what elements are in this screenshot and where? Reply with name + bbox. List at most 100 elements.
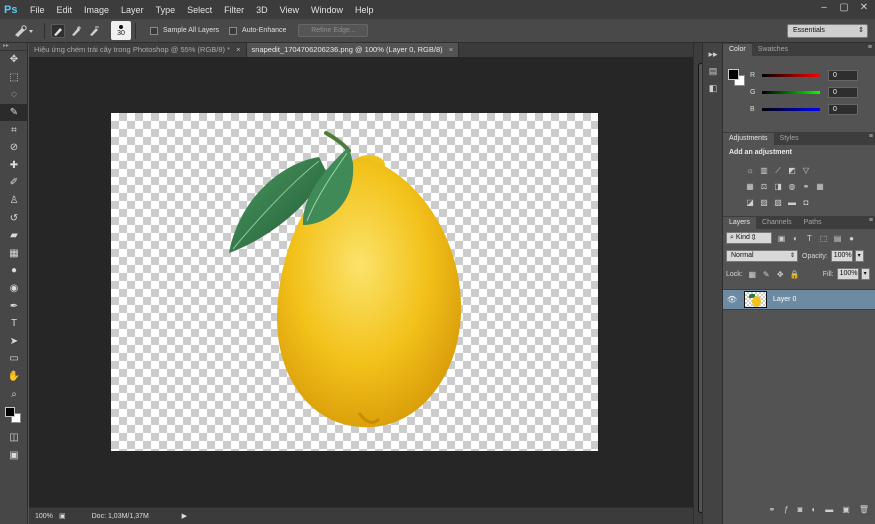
brightness-contrast-icon[interactable]: ☼ (745, 166, 755, 176)
levels-icon[interactable]: ▥ (759, 166, 769, 176)
pixel-filter-icon[interactable]: ▣ (777, 234, 786, 243)
brush-tool-icon[interactable]: ✐ (0, 174, 28, 192)
properties-panel-icon[interactable]: ◧ (706, 82, 720, 94)
channel-mixer-icon[interactable]: ⚭ (801, 182, 811, 192)
tab-color[interactable]: Color (723, 44, 752, 56)
marquee-tool-icon[interactable]: ⬚ (0, 69, 28, 87)
document-tab-1[interactable]: Hiệu ứng chém trái cây trong Photoshop @… (29, 43, 247, 57)
panel-menu-icon[interactable]: ≡ (869, 133, 873, 140)
zoom-tool-icon[interactable]: ⌕ (0, 385, 28, 403)
hand-tool-icon[interactable]: ✋ (0, 368, 28, 386)
blend-mode-dropdown[interactable]: Normal ⇕ (726, 250, 798, 262)
menu-type[interactable]: Type (156, 5, 176, 15)
tab-channels[interactable]: Channels (756, 217, 798, 229)
new-layer-icon[interactable]: ▣ (842, 505, 850, 514)
refine-edge-button[interactable]: Refine Edge... (298, 24, 369, 37)
foreground-color-swatch[interactable] (728, 69, 739, 80)
link-layers-icon[interactable]: ⚭ (768, 505, 775, 514)
tab-adjustments[interactable]: Adjustments (723, 133, 774, 145)
red-slider[interactable] (762, 74, 820, 77)
green-value-input[interactable]: 0 (828, 87, 858, 98)
close-tab-icon[interactable]: × (236, 45, 240, 54)
tab-swatches[interactable]: Swatches (752, 44, 794, 56)
clone-stamp-tool-icon[interactable]: ♙ (0, 192, 28, 210)
quick-mask-icon[interactable]: ◫ (0, 429, 28, 447)
lock-transparent-pixels-icon[interactable]: ▦ (748, 270, 757, 279)
filter-toggle-icon[interactable]: ● (847, 234, 856, 243)
curves-icon[interactable]: ⟋ (773, 166, 783, 176)
toolbox-collapse-handle[interactable]: ▸▸ (0, 43, 27, 51)
menu-edit[interactable]: Edit (57, 5, 73, 15)
visibility-eye-icon[interactable]: 👁 (723, 295, 741, 304)
opacity-input[interactable]: 100% (830, 250, 853, 262)
lock-position-icon[interactable]: ✥ (776, 270, 785, 279)
menu-view[interactable]: View (280, 5, 299, 15)
color-lookup-icon[interactable]: ▦ (815, 182, 825, 192)
posterize-icon[interactable]: ▨ (759, 198, 769, 208)
tool-preset-picker[interactable] (12, 22, 40, 40)
menu-window[interactable]: Window (311, 5, 343, 15)
vertical-scrollbar[interactable] (693, 43, 704, 524)
subtract-from-selection-button[interactable] (87, 24, 101, 38)
auto-enhance-checkbox[interactable]: Auto-Enhance (229, 26, 286, 35)
new-selection-button[interactable] (51, 23, 65, 38)
workspace-dropdown[interactable]: Essentials ⇕ (787, 24, 868, 38)
history-brush-tool-icon[interactable]: ↺ (0, 209, 28, 227)
tab-paths[interactable]: Paths (798, 217, 828, 229)
hue-saturation-icon[interactable]: ▦ (745, 182, 755, 192)
history-panel-icon[interactable]: ▤ (706, 65, 720, 77)
status-info-icon[interactable]: ▣ (59, 512, 66, 520)
quick-selection-tool-icon[interactable]: ✎ (0, 103, 28, 122)
canvas-area[interactable] (29, 57, 693, 507)
red-value-input[interactable]: 0 (828, 70, 858, 81)
minimize-button[interactable]: – (817, 1, 831, 15)
menu-file[interactable]: File (30, 5, 45, 15)
path-selection-tool-icon[interactable]: ➤ (0, 333, 28, 351)
color-balance-icon[interactable]: ⚖ (759, 182, 769, 192)
panel-menu-icon[interactable]: ≡ (869, 217, 873, 224)
photo-filter-icon[interactable]: ◍ (787, 182, 797, 192)
layer-style-icon[interactable]: ƒ (784, 505, 788, 514)
menu-layer[interactable]: Layer (121, 5, 144, 15)
invert-icon[interactable]: ◪ (745, 198, 755, 208)
tab-layers[interactable]: Layers (723, 217, 757, 229)
lock-all-icon[interactable]: 🔒 (790, 270, 800, 279)
close-tab-icon[interactable]: × (449, 45, 453, 54)
document-canvas[interactable] (111, 113, 598, 451)
fill-input[interactable]: 100% (836, 268, 859, 280)
gradient-tool-icon[interactable]: ▦ (0, 245, 28, 263)
maximize-button[interactable]: ▢ (837, 1, 851, 15)
menu-image[interactable]: Image (84, 5, 109, 15)
menu-filter[interactable]: Filter (224, 5, 244, 15)
threshold-icon[interactable]: ▧ (773, 198, 783, 208)
foreground-color-swatch[interactable] (5, 406, 15, 417)
add-to-selection-button[interactable] (69, 24, 83, 38)
delete-layer-icon[interactable]: 🗑 (859, 505, 869, 514)
add-mask-icon[interactable]: ◙ (798, 505, 803, 514)
layer-kind-filter[interactable]: ⌕ Kind ⇕ (726, 232, 772, 244)
layer-row[interactable]: 👁 Layer 0 (723, 289, 875, 310)
dodge-tool-icon[interactable]: ◉ (0, 280, 28, 298)
sample-all-layers-checkbox[interactable]: Sample All Layers (150, 26, 219, 35)
smart-object-filter-icon[interactable]: ▤ (833, 234, 842, 243)
lasso-tool-icon[interactable]: ◌ (0, 86, 28, 104)
brush-size-picker[interactable]: 30 (111, 21, 131, 40)
move-tool-icon[interactable]: ✥ (0, 51, 28, 69)
type-tool-icon[interactable]: T (0, 315, 28, 333)
adjustment-filter-icon[interactable]: ◐ (791, 234, 800, 243)
zoom-level[interactable]: 100% (29, 513, 59, 520)
rectangle-tool-icon[interactable]: ▭ (0, 350, 28, 368)
layer-name[interactable]: Layer 0 (773, 296, 796, 303)
black-white-icon[interactable]: ◨ (773, 182, 783, 192)
pen-tool-icon[interactable]: ✒ (0, 297, 28, 315)
fill-dropdown-icon[interactable]: ▾ (860, 268, 870, 280)
panel-menu-icon[interactable]: ≡ (868, 44, 872, 51)
new-adjustment-layer-icon[interactable]: ◐ (811, 505, 816, 514)
spot-healing-tool-icon[interactable]: ✚ (0, 157, 28, 175)
status-menu-arrow-icon[interactable]: ▶ (182, 512, 187, 520)
screen-mode-icon[interactable]: ▣ (0, 446, 28, 464)
exposure-icon[interactable]: ◩ (787, 166, 797, 176)
panel-collapse-icon[interactable]: ▸▸ (706, 48, 720, 60)
menu-help[interactable]: Help (355, 5, 374, 15)
blur-tool-icon[interactable]: ● (0, 262, 28, 280)
